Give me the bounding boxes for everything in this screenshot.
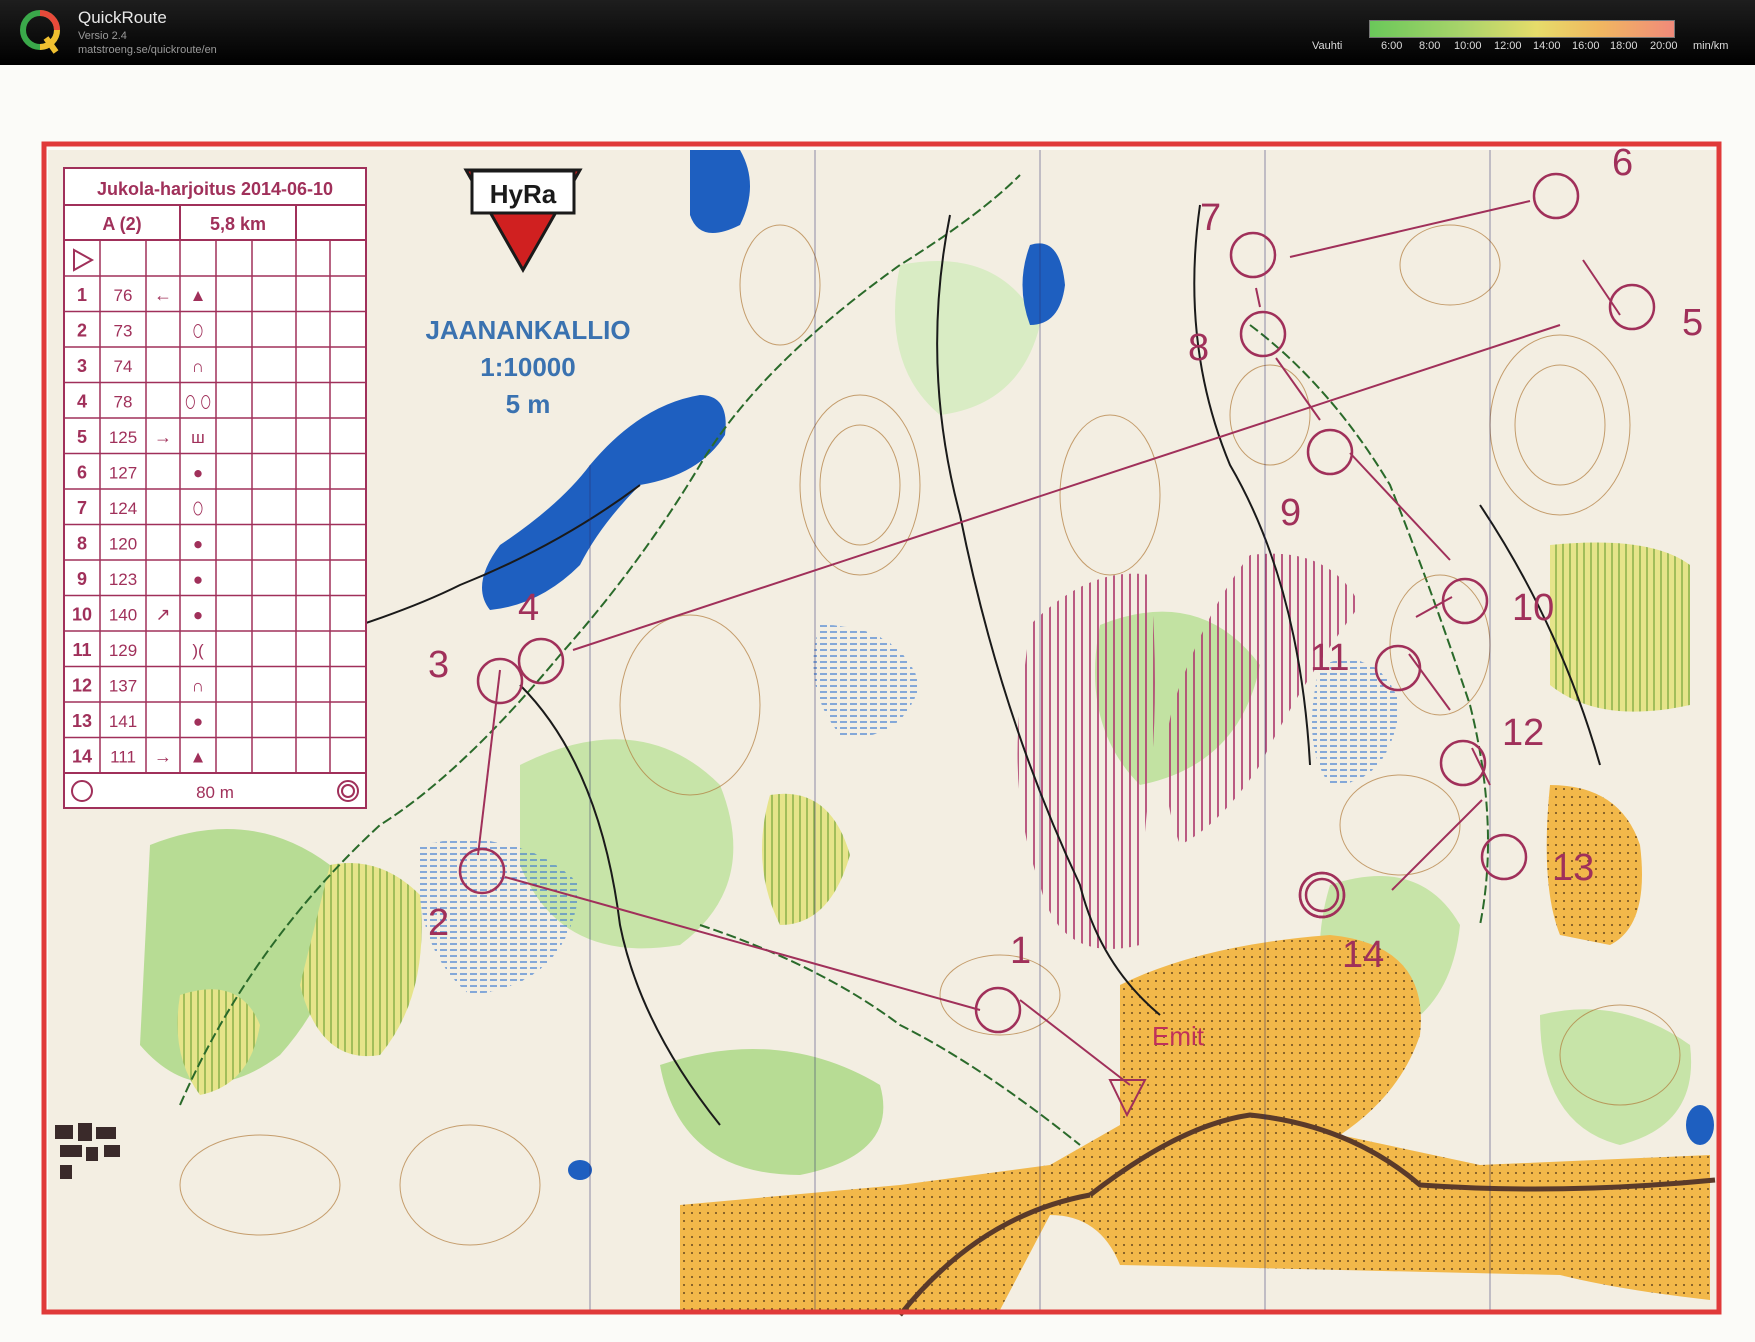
card-feature-symbol: )( — [192, 641, 204, 660]
pace-color-scale — [1369, 20, 1675, 38]
map-title: JAANANKALLIO — [425, 315, 630, 345]
card-control-code: 111 — [110, 748, 136, 767]
course-class: A (2) — [102, 214, 141, 234]
finish-distance: 80 m — [196, 783, 234, 802]
map-contour-interval: 5 m — [506, 389, 551, 419]
card-feature-symbol: ● — [193, 570, 203, 589]
card-control-number: 2 — [77, 321, 87, 341]
card-control-number: 9 — [77, 569, 87, 589]
app-header: QuickRoute Versio 2.4 matstroeng.se/quic… — [0, 0, 1755, 65]
card-feature-symbol: ш — [191, 428, 205, 447]
app-version: Versio 2.4 — [78, 30, 127, 42]
control-label: 2 — [428, 902, 449, 944]
card-feature-symbol: ⬯ — [193, 322, 204, 341]
control-label: 11 — [1310, 637, 1349, 679]
card-control-code: 78 — [114, 393, 133, 412]
club-name: HyRa — [490, 179, 557, 209]
card-control-number: 4 — [77, 392, 87, 412]
pace-tick: 16:00 — [1572, 40, 1600, 52]
card-control-number: 6 — [77, 463, 87, 483]
card-control-code: 120 — [109, 535, 137, 554]
control-label: 4 — [518, 587, 539, 629]
pace-tick: 6:00 — [1381, 40, 1403, 52]
app-name: QuickRoute — [78, 8, 167, 27]
control-label: 8 — [1188, 327, 1209, 369]
card-direction-symbol: → — [154, 747, 172, 767]
card-direction-symbol: ↗ — [155, 605, 170, 625]
card-control-code: 74 — [114, 357, 133, 376]
card-direction-symbol: ← — [154, 285, 172, 305]
pace-label: Vauhti — [1312, 40, 1343, 52]
card-direction-symbol: → — [154, 427, 172, 447]
pace-tick: 20:00 — [1650, 40, 1678, 52]
course-length: 5,8 km — [210, 214, 266, 234]
control-description-card: Jukola-harjoitus 2014-06-10 A (2) 5,8 km… — [63, 167, 367, 809]
pace-tick: 8:00 — [1419, 40, 1441, 52]
control-label: 14 — [1342, 934, 1384, 976]
card-control-code: 137 — [109, 677, 137, 696]
card-control-number: 11 — [72, 640, 91, 660]
card-control-number: 13 — [72, 711, 92, 731]
control-label: 3 — [428, 644, 449, 686]
control-label: 6 — [1612, 142, 1633, 184]
card-control-code: 73 — [114, 322, 133, 341]
card-feature-symbol: ∩ — [192, 677, 204, 696]
control-label: 1 — [1010, 930, 1031, 972]
card-control-number: 1 — [77, 285, 87, 305]
control-label: 7 — [1200, 197, 1221, 239]
control-label: 10 — [1512, 587, 1554, 629]
card-control-number: 7 — [77, 498, 87, 518]
control-label: 12 — [1502, 712, 1544, 754]
pace-unit: min/km — [1693, 40, 1729, 52]
orienteering-map[interactable]: 1 2 3 4 5 6 7 8 9 10 11 12 13 14 Emit JA… — [0, 65, 1755, 1342]
card-control-code: 127 — [109, 464, 137, 483]
card-feature-symbol: ⬯ ⬯ — [185, 393, 211, 412]
card-control-number: 14 — [72, 747, 92, 767]
finish-label: Emit — [1152, 1021, 1205, 1051]
quickroute-logo-icon — [20, 10, 60, 54]
card-control-code: 124 — [109, 499, 137, 518]
card-control-number: 12 — [72, 676, 92, 696]
card-control-number: 10 — [72, 605, 92, 625]
control-label: 5 — [1682, 302, 1703, 344]
card-control-code: 125 — [109, 428, 137, 447]
pace-tick: 14:00 — [1533, 40, 1561, 52]
card-control-code: 140 — [109, 606, 137, 625]
card-feature-symbol: ● — [193, 464, 203, 483]
card-feature-symbol: ∩ — [192, 357, 204, 376]
card-control-code: 129 — [109, 641, 137, 660]
card-feature-symbol: ⬯ — [193, 499, 204, 518]
pace-tick: 10:00 — [1454, 40, 1482, 52]
card-feature-symbol: ● — [193, 535, 203, 554]
control-label: 9 — [1280, 492, 1301, 534]
card-control-number: 8 — [77, 534, 87, 554]
card-feature-symbol: ▲ — [190, 286, 207, 305]
card-control-code: 76 — [114, 286, 133, 305]
card-control-code: 123 — [109, 570, 137, 589]
control-label: 13 — [1552, 847, 1594, 889]
card-control-number: 3 — [77, 356, 87, 376]
card-feature-symbol: ● — [193, 712, 203, 731]
card-feature-symbol: ▲ — [190, 748, 207, 767]
card-feature-symbol: ● — [193, 606, 203, 625]
map-scale: 1:10000 — [480, 352, 575, 382]
card-control-code: 141 — [109, 712, 137, 731]
event-name: Jukola-harjoitus 2014-06-10 — [97, 179, 333, 199]
card-control-number: 5 — [77, 427, 87, 447]
pace-tick: 18:00 — [1610, 40, 1638, 52]
app-url: matstroeng.se/quickroute/en — [78, 44, 217, 56]
pace-tick: 12:00 — [1494, 40, 1522, 52]
